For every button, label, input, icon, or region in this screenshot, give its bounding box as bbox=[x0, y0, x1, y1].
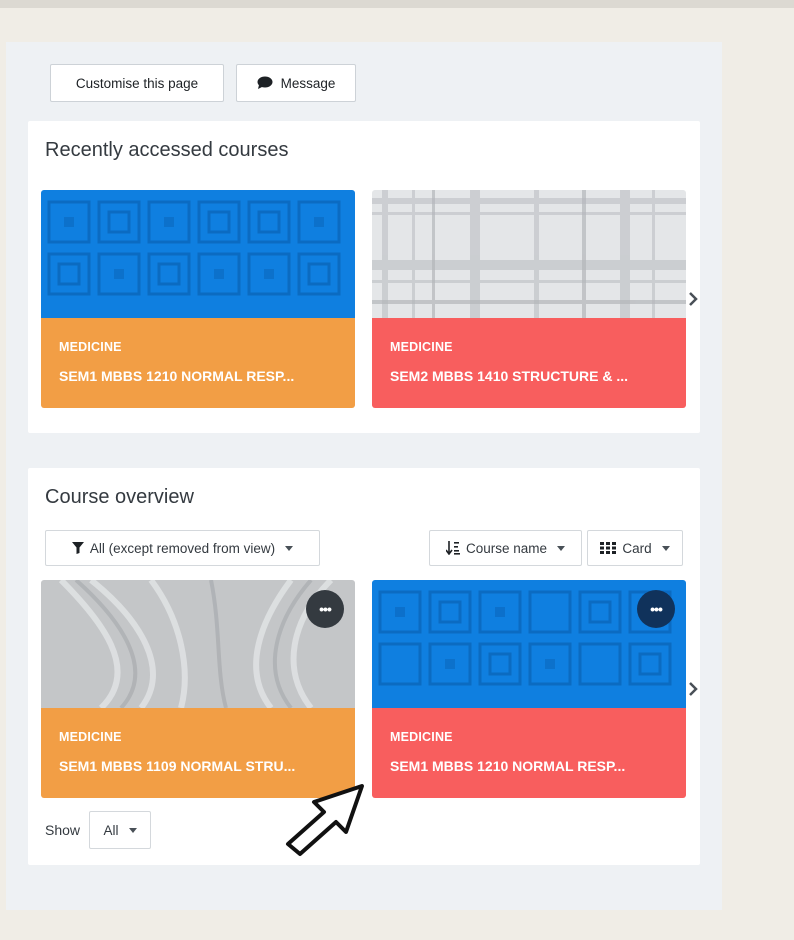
course-category: MEDICINE bbox=[59, 730, 122, 744]
course-category: MEDICINE bbox=[390, 340, 453, 354]
customise-page-label: Customise this page bbox=[75, 75, 199, 91]
recent-course-card[interactable]: MEDICINE SEM1 MBBS 1210 NORMAL RESP... bbox=[41, 190, 355, 408]
course-info[interactable]: MEDICINE SEM2 MBBS 1410 STRUCTURE & ... bbox=[372, 318, 686, 408]
filter-icon bbox=[71, 542, 84, 554]
caret-down-icon bbox=[557, 545, 566, 551]
grouping-filter-label: All (except removed from view) bbox=[89, 540, 276, 556]
ellipsis-icon: ••• bbox=[650, 601, 663, 617]
course-category: MEDICINE bbox=[59, 340, 122, 354]
paging-show-label: Show bbox=[45, 822, 81, 838]
overview-course-card[interactable]: MEDICINE SEM1 MBBS 1210 NORMAL RESP... •… bbox=[372, 580, 686, 798]
course-info[interactable]: MEDICINE SEM1 MBBS 1210 NORMAL RESP... bbox=[372, 708, 686, 798]
view-mode-dropdown[interactable]: Card bbox=[587, 530, 683, 566]
caret-down-icon bbox=[285, 545, 294, 551]
course-actions-menu-button[interactable]: ••• bbox=[306, 590, 344, 628]
course-actions-menu-button[interactable]: ••• bbox=[637, 590, 675, 628]
course-name-link[interactable]: SEM2 MBBS 1410 STRUCTURE & ... bbox=[390, 368, 628, 384]
view-mode-label: Card bbox=[622, 540, 652, 556]
paging-limit-dropdown[interactable]: All bbox=[89, 811, 151, 849]
ellipsis-icon: ••• bbox=[319, 601, 332, 617]
message-button[interactable]: Message bbox=[236, 64, 356, 102]
course-name-link[interactable]: SEM1 MBBS 1210 NORMAL RESP... bbox=[59, 368, 294, 384]
grouping-filter-dropdown[interactable]: All (except removed from view) bbox=[45, 530, 320, 566]
chevron-right-icon[interactable] bbox=[687, 682, 699, 696]
mouse-pointer-icon bbox=[286, 784, 364, 856]
course-category: MEDICINE bbox=[390, 730, 453, 744]
customise-page-button[interactable]: Customise this page bbox=[50, 64, 224, 102]
sort-alpha-icon bbox=[445, 541, 460, 555]
chevron-right-icon[interactable] bbox=[687, 292, 699, 306]
caret-down-icon bbox=[128, 827, 137, 833]
paging-limit-value: All bbox=[103, 822, 119, 838]
sort-label: Course name bbox=[465, 540, 548, 556]
speech-bubble-icon bbox=[257, 76, 273, 89]
recent-course-card[interactable]: MEDICINE SEM2 MBBS 1410 STRUCTURE & ... bbox=[372, 190, 686, 408]
sort-dropdown[interactable]: Course name bbox=[429, 530, 582, 566]
overview-course-card[interactable]: MEDICINE SEM1 MBBS 1109 NORMAL STRU... •… bbox=[41, 580, 355, 798]
caret-down-icon bbox=[661, 545, 670, 551]
course-overview-title: Course overview bbox=[45, 486, 194, 508]
recently-accessed-title: Recently accessed courses bbox=[45, 139, 289, 161]
grey-plaid-pattern bbox=[372, 190, 686, 318]
course-name-link[interactable]: SEM1 MBBS 1109 NORMAL STRU... bbox=[59, 758, 295, 774]
course-info[interactable]: MEDICINE SEM1 MBBS 1210 NORMAL RESP... bbox=[41, 318, 355, 408]
course-name-link[interactable]: SEM1 MBBS 1210 NORMAL RESP... bbox=[390, 758, 625, 774]
course-image-grey-plaid[interactable] bbox=[372, 190, 686, 318]
course-image-blue-squares[interactable] bbox=[41, 190, 355, 318]
blue-squares-pattern bbox=[41, 190, 355, 318]
top-strip bbox=[0, 0, 794, 8]
grid-view-icon bbox=[600, 542, 617, 554]
message-label: Message bbox=[280, 75, 336, 91]
